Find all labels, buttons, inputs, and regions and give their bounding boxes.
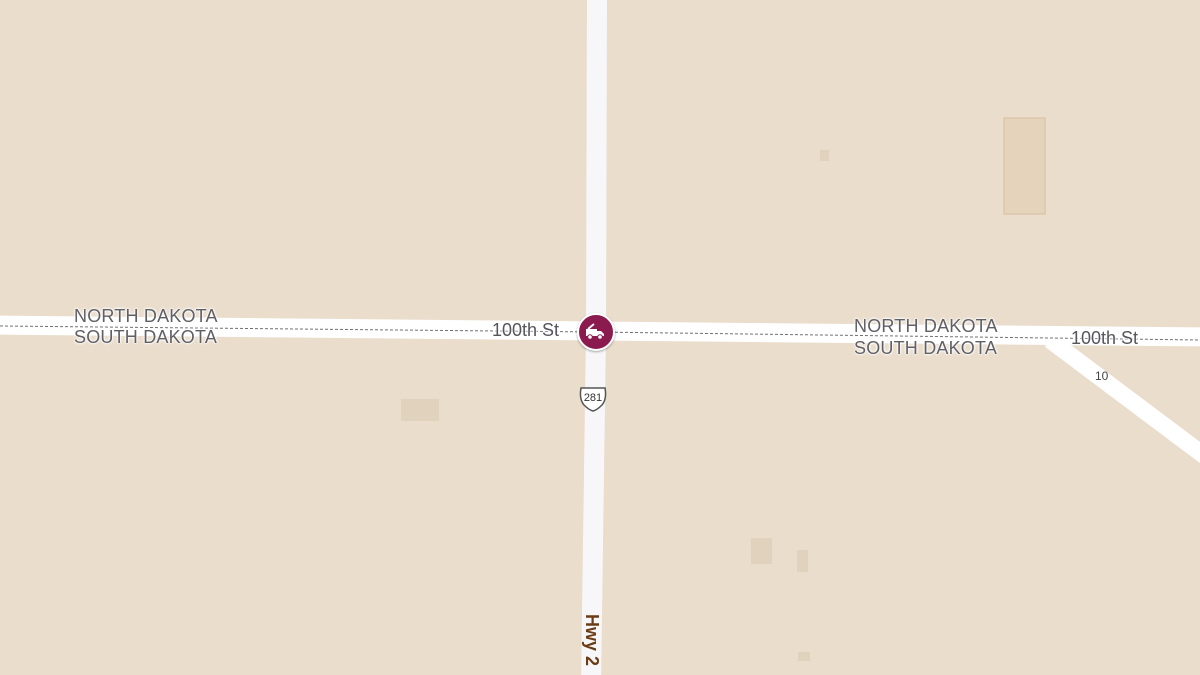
street-label-100th-st: 100th St <box>492 320 560 340</box>
building-footprint <box>798 652 810 661</box>
poi-marker[interactable] <box>577 313 615 351</box>
building-footprint <box>751 538 772 564</box>
us-route-shield: 281 <box>578 386 608 412</box>
map-canvas[interactable]: NORTH DAKOTA SOUTH DAKOTA NORTH DAKOTA S… <box>0 0 1200 675</box>
building-footprint <box>401 399 439 421</box>
building-footprint <box>1003 117 1046 215</box>
tow-truck-icon <box>586 323 604 340</box>
us-route-number: 281 <box>583 392 603 404</box>
state-label-south-dakota: SOUTH DAKOTA <box>74 327 218 347</box>
route-10-road <box>1044 333 1200 464</box>
state-label-north-dakota: NORTH DAKOTA <box>74 306 218 326</box>
state-label-north-dakota: NORTH DAKOTA <box>854 316 998 336</box>
state-label-south-dakota: SOUTH DAKOTA <box>854 338 998 358</box>
street-label-100th-st: 100th St <box>1071 328 1139 348</box>
highway-label-hwy-2: Hwy 2 <box>582 614 602 667</box>
building-footprint <box>820 150 829 161</box>
building-footprint <box>797 550 808 572</box>
route-number-10: 10 <box>1095 369 1109 383</box>
